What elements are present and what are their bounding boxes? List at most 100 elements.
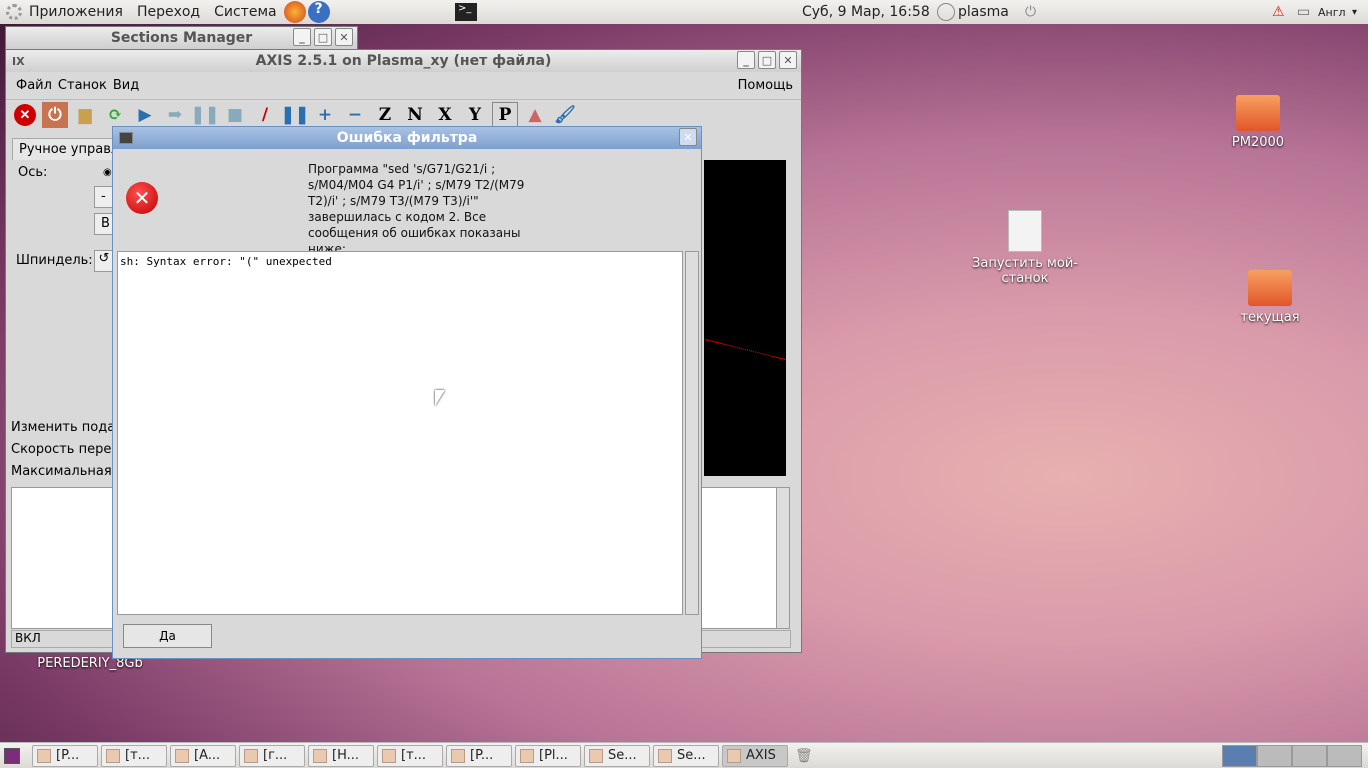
desktop-icon-pm2000[interactable]: PM2000 xyxy=(1222,95,1294,150)
spindle-reverse-icon[interactable]: ↺ xyxy=(94,250,114,272)
taskbar-item[interactable]: [т... xyxy=(377,744,443,767)
gcode-scrollbar[interactable] xyxy=(776,487,790,629)
keyboard-layout[interactable]: Англ xyxy=(1318,6,1346,19)
maximize-button[interactable]: □ xyxy=(758,51,776,69)
menu-places[interactable]: Переход xyxy=(137,4,200,20)
window-icon xyxy=(244,748,258,763)
home-button[interactable]: В xyxy=(94,213,114,235)
menu-bar: Файл Станок Вид Помощь xyxy=(6,72,801,100)
output-scrollbar[interactable] xyxy=(685,251,699,615)
top-panel: Приложения Переход Система ? >_ Суб, 9 М… xyxy=(0,0,1368,24)
taskbar-item[interactable]: AXIS xyxy=(722,744,788,767)
error-icon: ✕ xyxy=(126,182,158,214)
ok-button[interactable]: Да xyxy=(123,624,212,648)
taskbar-item[interactable]: Se... xyxy=(653,744,719,767)
window-icon xyxy=(727,748,741,763)
stop-icon[interactable]: ■ xyxy=(222,102,248,128)
spindle-label: Шпиндель: xyxy=(16,253,93,268)
menu-help[interactable]: Помощь xyxy=(738,78,793,93)
pause-icon[interactable]: ❚❚ xyxy=(191,102,220,128)
clock[interactable]: Суб, 9 Мар, 16:58 xyxy=(802,4,930,20)
close-button[interactable]: ✕ xyxy=(335,28,353,46)
axis-line xyxy=(705,339,786,362)
reload-icon[interactable]: ⟳ xyxy=(102,102,128,128)
folder-icon xyxy=(1248,270,1292,306)
display-icon[interactable]: ▭ xyxy=(1297,4,1310,20)
preview-canvas[interactable] xyxy=(704,160,786,476)
sections-manager-window: Sections Manager _ □ ✕ xyxy=(5,26,358,50)
feed-override-label: Изменить подач xyxy=(11,420,123,435)
jog-minus-button[interactable]: - xyxy=(94,186,114,208)
menu-view[interactable]: Вид xyxy=(113,78,139,93)
estop-icon[interactable]: ✕ xyxy=(12,102,38,128)
warning-icon[interactable]: ⚠ xyxy=(1272,4,1285,20)
ubuntu-logo-icon[interactable] xyxy=(6,4,22,20)
view-y-button[interactable]: Y xyxy=(462,102,488,128)
terminal-icon[interactable]: >_ xyxy=(455,3,477,21)
view-x-button[interactable]: X xyxy=(432,102,458,128)
window-icon xyxy=(37,748,51,763)
workspace-1[interactable] xyxy=(1222,744,1257,767)
user-name[interactable]: plasma xyxy=(958,4,1009,20)
view-p-button[interactable]: P xyxy=(492,102,518,128)
taskbar-item[interactable]: [Pl... xyxy=(515,744,581,767)
close-button[interactable]: ✕ xyxy=(779,51,797,69)
maximize-button[interactable]: □ xyxy=(314,28,332,46)
firefox-icon[interactable] xyxy=(283,1,306,23)
taskbar-item[interactable]: [г... xyxy=(239,744,305,767)
folder-icon xyxy=(1236,95,1280,131)
optional-stop-icon[interactable]: ❚❚ xyxy=(281,102,310,128)
step-icon[interactable]: ➡ xyxy=(162,102,188,128)
zoom-out-icon[interactable]: − xyxy=(342,102,368,128)
block-delete-icon[interactable]: / xyxy=(252,102,278,128)
show-desktop-icon[interactable] xyxy=(4,747,20,764)
menu-applications[interactable]: Приложения xyxy=(29,4,123,20)
mouse-cursor-icon xyxy=(435,390,445,406)
trash-icon[interactable]: 🗑 xyxy=(795,748,813,764)
manual-tab[interactable]: Ручное управл xyxy=(12,138,127,160)
dialog-title: Ошибка фильтра xyxy=(336,130,478,146)
clear-plot-icon[interactable]: 🖌 xyxy=(552,102,578,128)
menu-system[interactable]: Система xyxy=(214,4,276,20)
minimize-button[interactable]: _ xyxy=(293,28,311,46)
view-z-button[interactable]: Z xyxy=(372,102,398,128)
error-output[interactable]: sh: Syntax error: "(" unexpected xyxy=(117,251,683,615)
zoom-in-icon[interactable]: + xyxy=(312,102,338,128)
window-icon xyxy=(106,748,120,763)
jog-speed-label: Скорость перем xyxy=(11,442,122,457)
menu-machine[interactable]: Станок xyxy=(58,78,107,93)
taskbar-item[interactable]: [P... xyxy=(446,744,512,767)
minimize-button[interactable]: _ xyxy=(737,51,755,69)
dropdown-icon[interactable]: ▾ xyxy=(1352,7,1357,18)
file-icon xyxy=(1008,210,1042,252)
menu-file[interactable]: Файл xyxy=(16,78,52,93)
view-z2-button[interactable]: N xyxy=(402,102,428,128)
taskbar-item[interactable]: [P... xyxy=(32,744,98,767)
desktop-icon-current[interactable]: текущая xyxy=(1232,270,1308,325)
run-icon[interactable]: ▶ xyxy=(132,102,158,128)
taskbar-item[interactable]: Se... xyxy=(584,744,650,767)
taskbar-item[interactable]: [т... xyxy=(101,744,167,767)
window-icon xyxy=(451,748,465,763)
close-button[interactable]: ✕ xyxy=(679,128,697,146)
window-icon xyxy=(589,748,603,763)
taskbar-item[interactable]: [A... xyxy=(170,744,236,767)
workspace-switcher[interactable] xyxy=(1222,744,1362,767)
window-icon xyxy=(382,748,396,763)
workspace-4[interactable] xyxy=(1327,744,1362,767)
taskbar: [P... [т... [A... [г... [H... [т... [P... [Pl..… xyxy=(0,742,1368,768)
open-folder-icon[interactable]: ▆ xyxy=(72,102,98,128)
power-icon[interactable]: ⏻ xyxy=(42,102,68,128)
max-velocity-label: Максимальная с xyxy=(11,464,123,479)
window-icon xyxy=(175,748,189,763)
workspace-3[interactable] xyxy=(1292,744,1327,767)
power-icon[interactable]: ⏻ xyxy=(1025,4,1036,20)
window-icon xyxy=(313,748,327,763)
workspace-2[interactable] xyxy=(1257,744,1292,767)
axis-radio[interactable]: ◉ xyxy=(103,167,112,178)
rotate-icon[interactable]: ▲ xyxy=(522,102,548,128)
desktop-icon-launcher[interactable]: Запустить мой-станок xyxy=(966,210,1084,286)
help-icon[interactable]: ? xyxy=(307,1,330,23)
taskbar-item[interactable]: [H... xyxy=(308,744,374,767)
window-title: AXIS 2.5.1 on Plasma_xy (нет файла) xyxy=(255,53,552,69)
